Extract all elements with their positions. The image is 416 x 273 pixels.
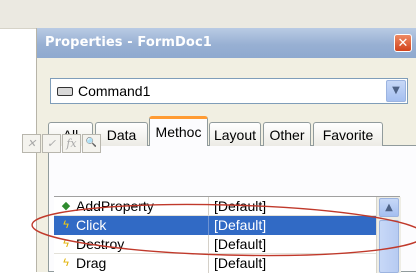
property-value: [Default] [214, 255, 267, 271]
vertical-scrollbar[interactable]: ▲ [376, 197, 401, 273]
tab-layout[interactable]: Layout [209, 122, 261, 146]
zoom-icon: 🔍 [85, 138, 98, 148]
property-name: Click [76, 217, 107, 233]
tab-label: Other [269, 127, 305, 143]
object-selector-dropdown-button[interactable]: ▼ [386, 80, 406, 102]
property-row-addproperty[interactable]: ◆ AddProperty [Default] [54, 197, 376, 216]
object-selector-value: Command1 [78, 83, 151, 99]
chevron-down-icon: ▼ [392, 85, 400, 96]
zoom-button[interactable]: 🔍 [82, 134, 101, 153]
scroll-up-button[interactable]: ▲ [379, 198, 399, 217]
property-grid: ◆ AddProperty [Default] ϟ Click [Default… [54, 196, 401, 273]
property-row-drag[interactable]: ϟ Drag [Default] [54, 254, 376, 273]
property-row-click[interactable]: ϟ Click [Default] [54, 216, 376, 235]
property-name: Destroy [76, 236, 125, 252]
scroll-thumb[interactable] [379, 220, 399, 273]
property-value: [Default] [214, 198, 267, 214]
event-bolt-icon: ϟ [63, 257, 69, 269]
accept-button[interactable]: ✓ [42, 134, 61, 153]
column-divider [208, 216, 209, 235]
function-button[interactable]: fx [62, 134, 81, 153]
function-icon: fx [66, 137, 77, 150]
property-value: [Default] [214, 236, 267, 252]
property-value: [Default] [214, 217, 267, 233]
tab-other[interactable]: Other [263, 122, 311, 146]
event-bolt-icon: ϟ [63, 238, 69, 250]
command-button-icon [57, 87, 73, 96]
column-divider [208, 235, 209, 254]
object-selector[interactable]: Command1 ▼ [50, 78, 408, 104]
column-divider [208, 254, 209, 273]
column-divider [208, 197, 209, 216]
tab-label: Layout [213, 127, 257, 143]
tab-strip: All Data Methoc Layout Other Favorite [48, 116, 416, 146]
chevron-up-icon: ▲ [385, 202, 393, 213]
property-name: AddProperty [76, 198, 154, 214]
property-name: Drag [76, 255, 107, 271]
tab-favorites[interactable]: Favorite [313, 122, 383, 146]
cancel-button[interactable]: ✕ [22, 134, 41, 153]
tab-label: Favorite [322, 127, 374, 143]
property-row-destroy[interactable]: ϟ Destroy [Default] [54, 235, 376, 254]
background-strip [0, 0, 416, 29]
method-icon: ◆ [61, 200, 71, 212]
tab-label: Methoc [155, 124, 202, 140]
tab-data[interactable]: Data [95, 122, 148, 146]
event-bolt-icon: ϟ [63, 219, 69, 231]
accept-icon: ✓ [46, 137, 57, 150]
cancel-icon: ✕ [26, 137, 37, 150]
tab-methods[interactable]: Methoc [149, 116, 208, 146]
tab-label: Data [106, 127, 137, 143]
